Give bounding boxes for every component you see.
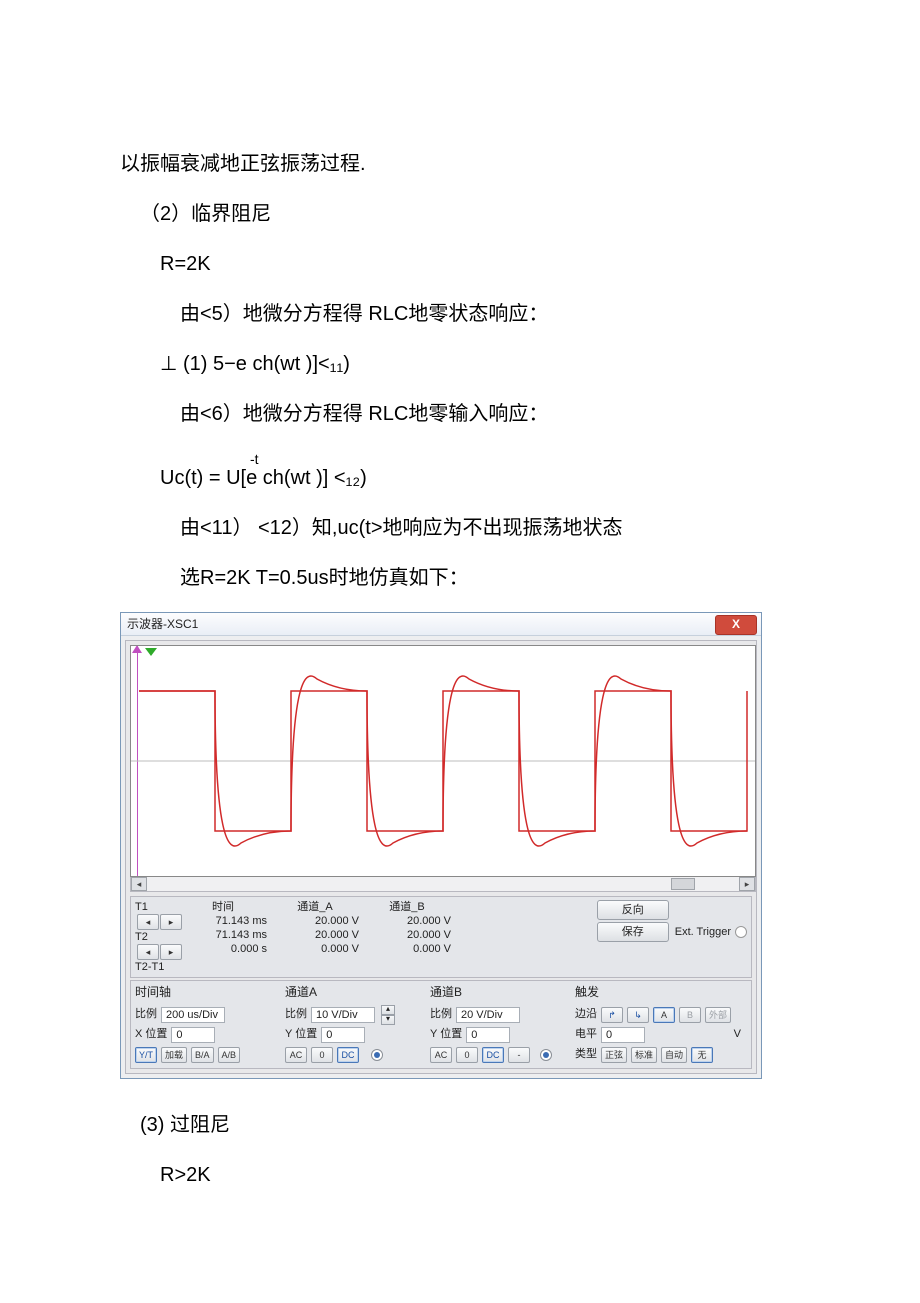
cursor-readout: T1 ◂▸ T2 ◂▸ T2-T1 时间 71.143 ms 71.143 ms… bbox=[130, 896, 752, 978]
window-title: 示波器-XSC1 bbox=[127, 617, 198, 631]
level-label: 电平 bbox=[575, 1026, 597, 1044]
cha-header: 通道_A bbox=[271, 900, 359, 914]
time2-value: 71.143 ms bbox=[179, 928, 267, 942]
paragraph: 由<11） <12）知,uc(t>地响应为不出现振荡地状态 bbox=[120, 512, 800, 544]
trig-ext-button[interactable]: 外部 bbox=[705, 1007, 731, 1023]
oscilloscope-window: 示波器-XSC1 X ◂ ▸ bbox=[120, 612, 762, 1078]
time1-value: 71.143 ms bbox=[179, 914, 267, 928]
scope-frame: ◂ ▸ T1 ◂▸ T2 ◂▸ T2-T1 时间 71.143 ms 71.14… bbox=[125, 640, 757, 1073]
type-auto-button[interactable]: 自动 bbox=[661, 1047, 687, 1063]
waveform-display[interactable] bbox=[130, 645, 756, 877]
xpos-label: X 位置 bbox=[135, 1026, 167, 1044]
scroll-thumb[interactable] bbox=[671, 878, 695, 890]
equation: ⊥ (1) 5−e ch(wt )]<₁₁) bbox=[120, 348, 800, 380]
cha-scale-label: 比例 bbox=[285, 1006, 307, 1024]
paragraph: 选R=2K T=0.5us时地仿真如下： bbox=[120, 562, 800, 594]
load-button[interactable]: 加载 bbox=[161, 1047, 187, 1063]
time-scrollbar[interactable]: ◂ ▸ bbox=[130, 877, 756, 892]
cha-ctrl-header: 通道A bbox=[285, 983, 430, 1002]
cha-ac-button[interactable]: AC bbox=[285, 1047, 307, 1063]
chb-ctrl-header: 通道B bbox=[430, 983, 575, 1002]
edge-fall-button[interactable]: ↳ bbox=[627, 1007, 649, 1023]
edge-label: 边沿 bbox=[575, 1006, 597, 1024]
trig-a-button[interactable]: A bbox=[653, 1007, 675, 1023]
cha-port[interactable] bbox=[371, 1049, 383, 1061]
type-none-button[interactable]: 无 bbox=[691, 1047, 713, 1063]
ab-button[interactable]: A/B bbox=[218, 1047, 241, 1063]
timebase-header: 时间轴 bbox=[135, 983, 285, 1002]
chb2-value: 20.000 V bbox=[363, 928, 451, 942]
cha-dc-button[interactable]: DC bbox=[337, 1047, 359, 1063]
timedelta-value: 0.000 s bbox=[179, 942, 267, 956]
ext-trigger-label: Ext. Trigger bbox=[675, 924, 747, 942]
trig-b-button[interactable]: B bbox=[679, 1007, 701, 1023]
paragraph: 以振幅衰减地正弦振荡过程. bbox=[120, 148, 800, 180]
titlebar[interactable]: 示波器-XSC1 X bbox=[121, 613, 761, 636]
chb-ac-button[interactable]: AC bbox=[430, 1047, 452, 1063]
volt-label: V bbox=[734, 1026, 741, 1044]
cha-scale-field[interactable]: 10 V/Div bbox=[311, 1007, 375, 1023]
xpos-field[interactable]: 0 bbox=[171, 1027, 215, 1043]
chb-scale-field[interactable]: 20 V/Div bbox=[456, 1007, 520, 1023]
trigger-header: 触发 bbox=[575, 983, 747, 1002]
chb-header: 通道_B bbox=[363, 900, 451, 914]
t2-left-button[interactable]: ◂ bbox=[137, 944, 159, 960]
scroll-left-icon[interactable]: ◂ bbox=[131, 877, 147, 891]
t2t1-label: T2-T1 bbox=[135, 960, 175, 974]
chb-minus-button[interactable]: - bbox=[508, 1047, 530, 1063]
chb-zero-button[interactable]: 0 bbox=[456, 1047, 478, 1063]
chbd-value: 0.000 V bbox=[363, 942, 451, 956]
chad-value: 0.000 V bbox=[271, 942, 359, 956]
t1-label: T1 bbox=[135, 901, 148, 913]
chb-ypos-label: Y 位置 bbox=[430, 1026, 462, 1044]
type-label: 类型 bbox=[575, 1046, 597, 1064]
equation: R>2K bbox=[120, 1159, 800, 1191]
edge-rise-button[interactable]: ↱ bbox=[601, 1007, 623, 1023]
chb-dc-button[interactable]: DC bbox=[482, 1047, 504, 1063]
time-header: 时间 bbox=[179, 900, 267, 914]
ext-trigger-port[interactable] bbox=[735, 926, 747, 938]
heading-3: (3) 过阻尼 bbox=[120, 1109, 800, 1141]
type-sine-button[interactable]: 正弦 bbox=[601, 1047, 627, 1063]
equation: Uc(t) = U[e ch(wt )] <₁₂) bbox=[120, 462, 800, 494]
paragraph: 由<6）地微分方程得 RLC地零输入响应： bbox=[120, 398, 800, 430]
paragraph: 由<5）地微分方程得 RLC地零状态响应： bbox=[120, 298, 800, 330]
chb-scale-label: 比例 bbox=[430, 1006, 452, 1024]
chb-port[interactable] bbox=[540, 1049, 552, 1061]
yt-button[interactable]: Y/T bbox=[135, 1047, 157, 1063]
t2-label: T2 bbox=[135, 931, 148, 943]
level-field[interactable]: 0 bbox=[601, 1027, 645, 1043]
cha-zero-button[interactable]: 0 bbox=[311, 1047, 333, 1063]
t1-left-button[interactable]: ◂ bbox=[137, 914, 159, 930]
scroll-right-icon[interactable]: ▸ bbox=[739, 877, 755, 891]
cha-ypos-label: Y 位置 bbox=[285, 1026, 317, 1044]
waveform-svg bbox=[131, 646, 755, 876]
reverse-button[interactable]: 反向 bbox=[597, 900, 669, 920]
cha-scale-stepper[interactable]: ▴▾ bbox=[381, 1005, 395, 1025]
type-std-button[interactable]: 标准 bbox=[631, 1047, 657, 1063]
ba-button[interactable]: B/A bbox=[191, 1047, 214, 1063]
equation: R=2K bbox=[120, 248, 800, 280]
cha2-value: 20.000 V bbox=[271, 928, 359, 942]
scale-label: 比例 bbox=[135, 1006, 157, 1024]
cha-ypos-field[interactable]: 0 bbox=[321, 1027, 365, 1043]
heading-2: （2）临界阻尼 bbox=[120, 198, 800, 230]
save-button[interactable]: 保存 bbox=[597, 922, 669, 942]
chb-ypos-field[interactable]: 0 bbox=[466, 1027, 510, 1043]
chb1-value: 20.000 V bbox=[363, 914, 451, 928]
close-button[interactable]: X bbox=[715, 615, 757, 635]
controls-panel: 时间轴 比例 200 us/Div X 位置 0 Y/T 加载 B/A A/B bbox=[130, 980, 752, 1068]
cha1-value: 20.000 V bbox=[271, 914, 359, 928]
time-scale-field[interactable]: 200 us/Div bbox=[161, 1007, 225, 1023]
